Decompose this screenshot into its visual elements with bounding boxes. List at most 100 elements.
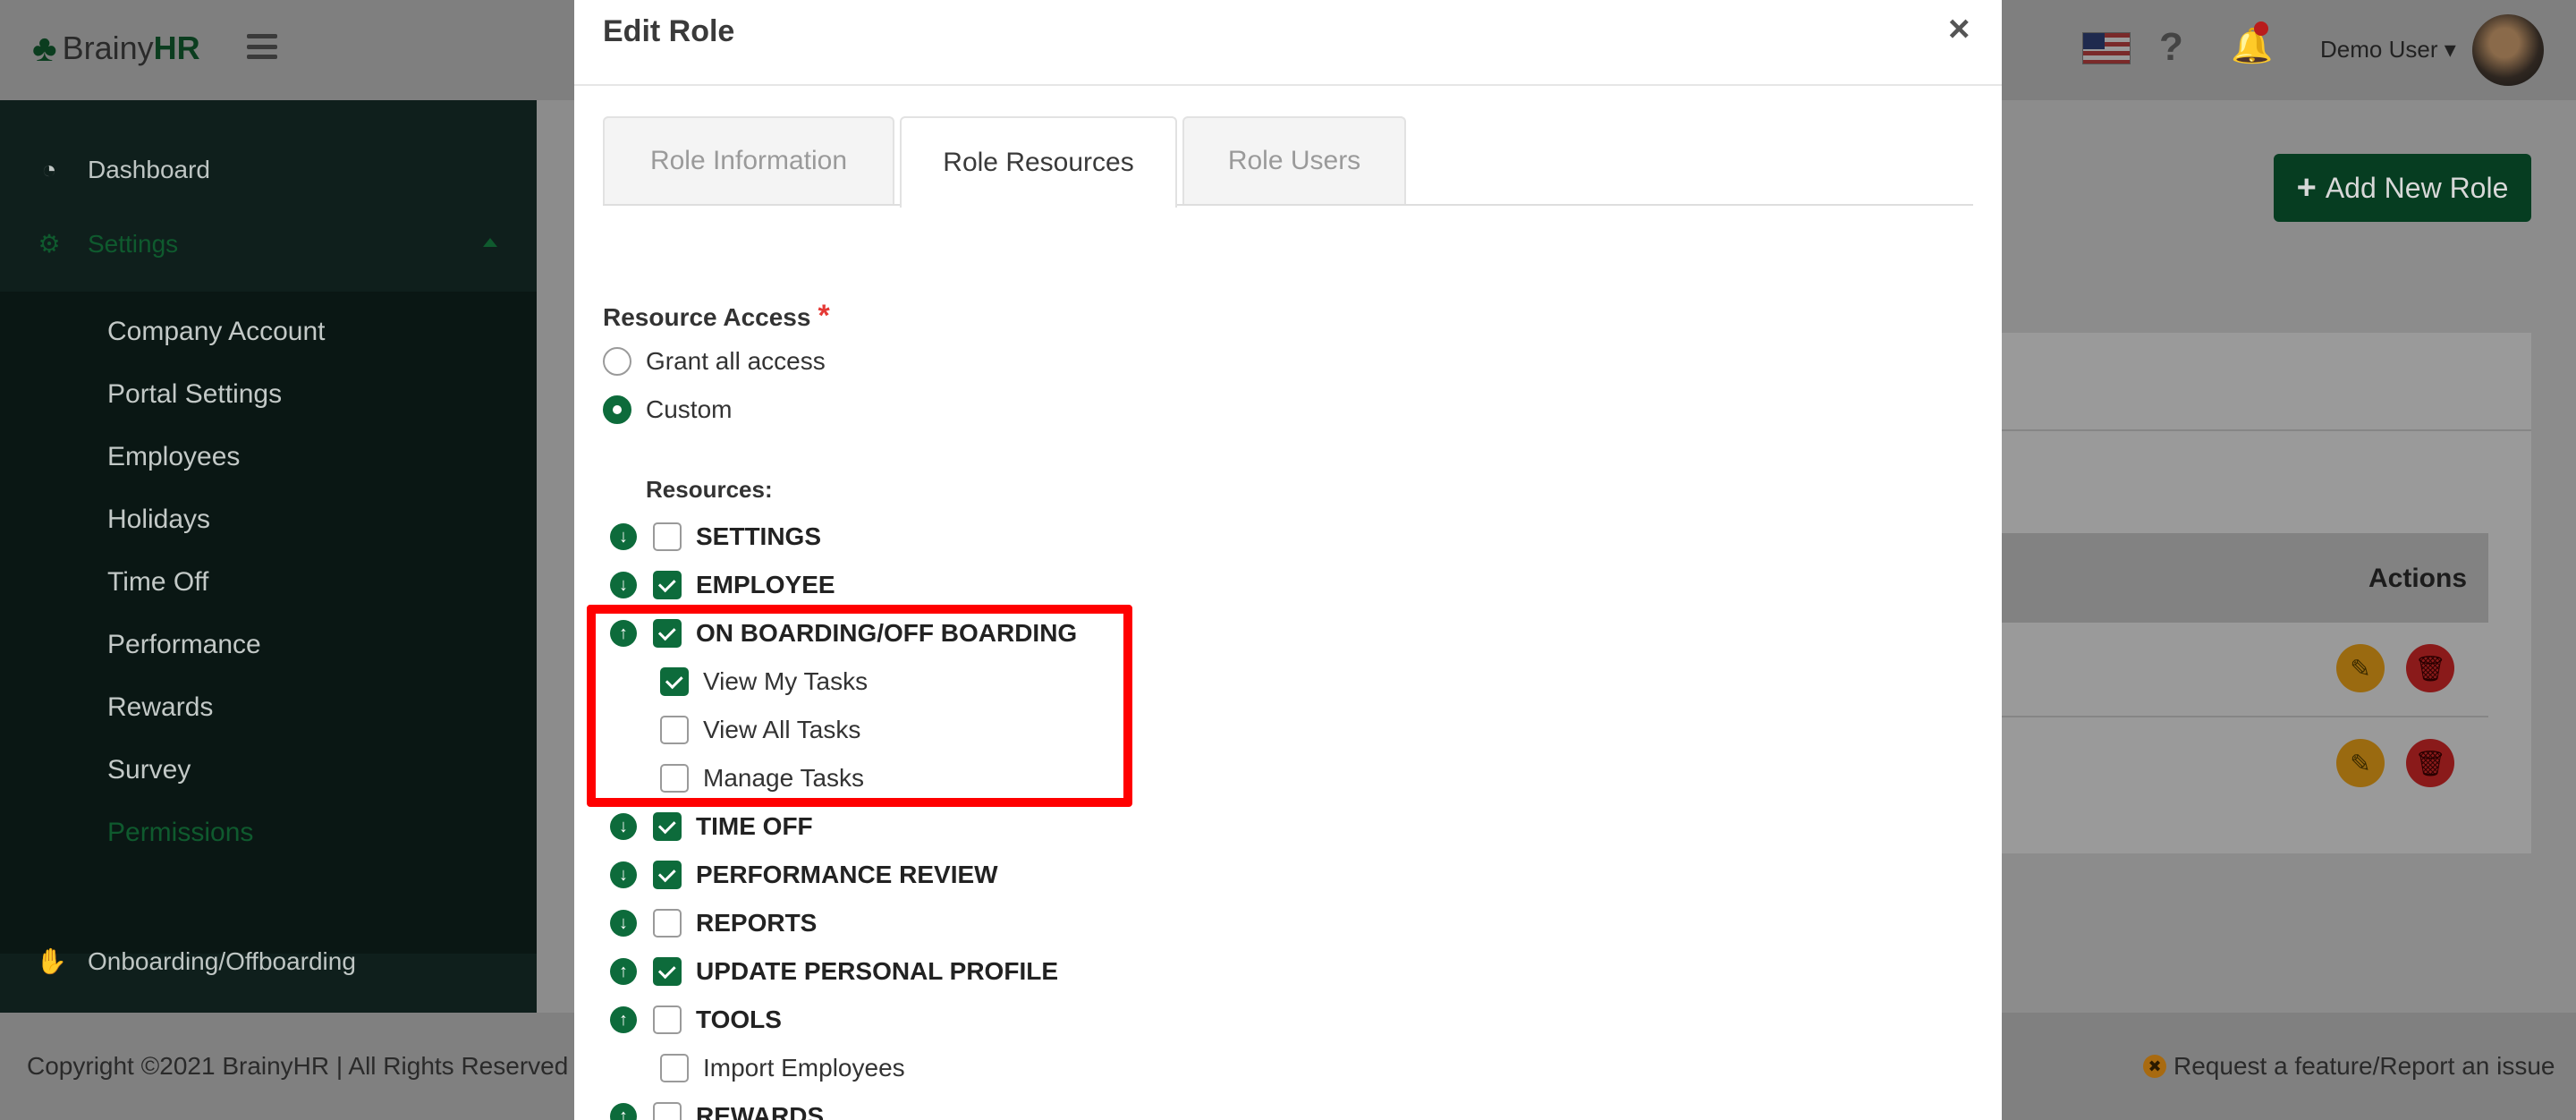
sidebar-item-label: Onboarding/Offboarding — [88, 946, 356, 975]
resource-row-tools: ↑ TOOLS — [610, 1005, 782, 1034]
copyright-text: Copyright ©2021 BrainyHR | All Rights Re… — [27, 1052, 569, 1080]
expand-down-icon[interactable]: ↓ — [610, 910, 637, 937]
trash-icon: 🗑 — [2414, 654, 2446, 683]
resource-row-performance-review: ↓ PERFORMANCE REVIEW — [610, 861, 998, 889]
settings-submenu: Company Account Portal Settings Employee… — [0, 292, 537, 954]
tab-role-resources[interactable]: Role Resources — [900, 116, 1177, 208]
tab-role-information[interactable]: Role Information — [603, 116, 894, 204]
sidebar-subitem-permissions[interactable]: Permissions — [107, 818, 253, 848]
actions-column-header: Actions — [2368, 564, 2468, 593]
sidebar-subitem-survey[interactable]: Survey — [107, 755, 191, 785]
notification-dot — [2254, 21, 2268, 36]
resource-name: TIME OFF — [696, 812, 813, 840]
sidebar-subitem-performance[interactable]: Performance — [107, 630, 261, 660]
expand-down-icon[interactable]: ↓ — [610, 861, 637, 888]
handshake-icon: ✋ — [36, 947, 67, 975]
trash-icon: 🗑 — [2414, 749, 2446, 777]
modal-title: Edit Role — [603, 14, 735, 48]
us-flag-icon[interactable] — [2082, 32, 2131, 64]
resource-checkbox[interactable] — [653, 861, 682, 889]
sidebar-item-onboarding[interactable]: ✋ Onboarding/Offboarding — [36, 946, 356, 976]
card-divider — [1995, 429, 2531, 431]
help-icon[interactable]: ? — [2159, 25, 2183, 70]
modal-header: Edit Role × — [574, 0, 2002, 86]
resource-checkbox[interactable] — [653, 1005, 682, 1034]
add-new-role-button[interactable]: + Add New Role — [2274, 154, 2531, 222]
avatar[interactable] — [2472, 14, 2544, 86]
radio-custom[interactable]: Custom — [603, 395, 732, 424]
sidebar-item-label: Settings — [88, 229, 179, 258]
sidebar: ◔ Dashboard ⚙ Settings Company Account P… — [0, 100, 537, 1013]
collapse-up-icon[interactable]: ↑ — [610, 958, 637, 985]
resource-checkbox[interactable] — [653, 957, 682, 986]
sidebar-item-label: Dashboard — [88, 156, 210, 183]
resource-checkbox[interactable] — [653, 1102, 682, 1120]
resource-name: REPORTS — [696, 909, 818, 937]
resource-checkbox[interactable] — [653, 812, 682, 841]
resource-checkbox[interactable] — [653, 522, 682, 551]
expand-down-icon[interactable]: ↓ — [610, 572, 637, 598]
sidebar-item-settings[interactable]: ⚙ Settings — [36, 229, 178, 259]
expand-down-icon[interactable]: ↓ — [610, 523, 637, 550]
resource-checkbox[interactable] — [653, 909, 682, 938]
sidebar-subitem-portal-settings[interactable]: Portal Settings — [107, 379, 282, 410]
radio-grant-all-access[interactable]: Grant all access — [603, 347, 826, 376]
menu-toggle-icon[interactable] — [247, 34, 277, 59]
sidebar-subitem-rewards[interactable]: Rewards — [107, 692, 213, 723]
plus-icon: + — [2296, 168, 2317, 207]
resource-row-settings: ↓ SETTINGS — [610, 522, 821, 551]
subresource-name: Import Employees — [703, 1054, 905, 1082]
sidebar-subitem-time-off[interactable]: Time Off — [107, 567, 208, 598]
subresource-checkbox[interactable] — [660, 1054, 689, 1082]
pencil-icon: ✎ — [2350, 749, 2371, 777]
user-menu[interactable]: Demo User ▾ — [2320, 36, 2456, 64]
resource-name: PERFORMANCE REVIEW — [696, 861, 998, 888]
resource-name: SETTINGS — [696, 522, 822, 550]
required-mark: * — [818, 299, 830, 333]
radio-label: Custom — [646, 395, 733, 423]
resource-checkbox[interactable] — [653, 571, 682, 599]
feature-request-label: Request a feature/Report an issue — [2174, 1052, 2555, 1080]
resource-row-reports: ↓ REPORTS — [610, 909, 817, 938]
collapse-up-icon[interactable]: ↑ — [610, 1006, 637, 1033]
resource-row-update-personal-profile: ↑ UPDATE PERSONAL PROFILE — [610, 957, 1058, 986]
add-role-label: Add New Role — [2325, 171, 2509, 204]
resource-row-rewards: ↑ REWARDS — [610, 1102, 824, 1120]
brand-logo[interactable]: ♣ Brainy HR — [32, 27, 200, 70]
resource-name: EMPLOYEE — [696, 571, 835, 598]
feature-request-link[interactable]: ✖ Request a feature/Report an issue — [2143, 1052, 2555, 1081]
close-icon[interactable]: × — [1948, 7, 1970, 50]
user-name: Demo User — [2320, 36, 2438, 63]
resource-row-time-off: ↓ TIME OFF — [610, 812, 813, 841]
edit-role-modal: Edit Role × Role Information Role Resour… — [574, 0, 2002, 1120]
row-divider — [1995, 716, 2488, 717]
delete-role-button[interactable]: 🗑 — [2406, 644, 2454, 692]
edit-role-button[interactable]: ✎ — [2336, 644, 2385, 692]
resource-access-label: Resource Access * — [603, 299, 830, 334]
resource-name: UPDATE PERSONAL PROFILE — [696, 957, 1059, 985]
clover-icon: ♣ — [32, 27, 57, 69]
expand-down-icon[interactable]: ↓ — [610, 813, 637, 840]
highlight-box — [587, 605, 1132, 807]
delete-role-button[interactable]: 🗑 — [2406, 739, 2454, 787]
sidebar-subitem-company-account[interactable]: Company Account — [107, 317, 325, 347]
radio-button[interactable] — [603, 395, 631, 424]
collapse-up-icon[interactable]: ↑ — [610, 1103, 637, 1120]
warning-icon: ✖ — [2143, 1055, 2166, 1078]
tab-role-users[interactable]: Role Users — [1182, 116, 1406, 204]
dashboard-icon: ◔ — [41, 156, 57, 183]
sidebar-subitem-holidays[interactable]: Holidays — [107, 505, 210, 535]
gear-icon: ⚙ — [38, 230, 61, 258]
sidebar-item-dashboard[interactable]: ◔ Dashboard — [36, 156, 210, 184]
brand-prefix: Brainy — [62, 30, 154, 66]
chevron-up-icon — [483, 238, 497, 247]
resources-label: Resources: — [646, 476, 773, 503]
subresource-row-import-employees: Import Employees — [660, 1054, 905, 1082]
radio-label: Grant all access — [646, 347, 826, 375]
resource-access-text: Resource Access — [603, 303, 811, 331]
resource-row-employee: ↓ EMPLOYEE — [610, 571, 835, 599]
pencil-icon: ✎ — [2350, 654, 2371, 683]
radio-button[interactable] — [603, 347, 631, 376]
edit-role-button[interactable]: ✎ — [2336, 739, 2385, 787]
sidebar-subitem-employees[interactable]: Employees — [107, 442, 240, 472]
